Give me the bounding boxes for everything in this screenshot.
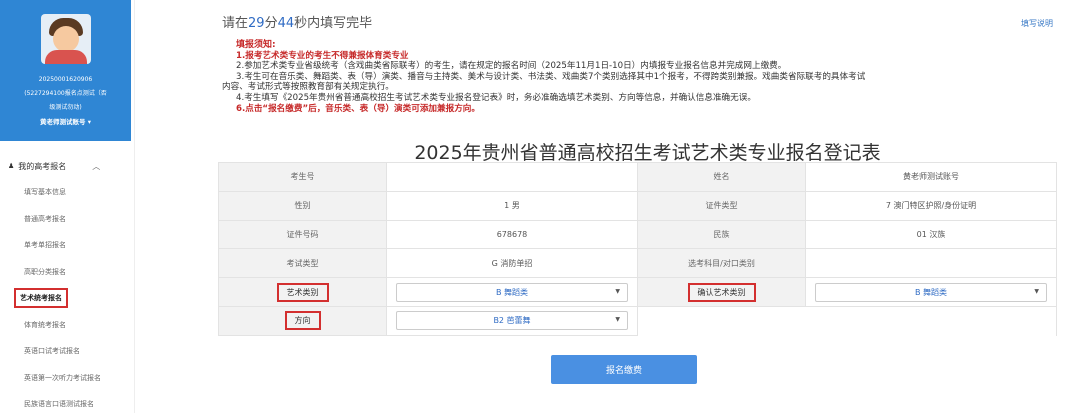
account-menu[interactable]: 黄老师测试账号 ▾ bbox=[0, 116, 131, 128]
name-label: 姓名 bbox=[638, 163, 806, 192]
notice-item: 4.考生填写《2025年贵州省普通高校招生考试艺术类专业报名登记表》时，务必准确… bbox=[236, 92, 756, 103]
profile-school-2: 级测试勿动) bbox=[49, 104, 82, 111]
timer-suffix: 秒内填写完毕 bbox=[294, 16, 373, 31]
exam-no-value bbox=[387, 163, 638, 192]
empty-cell bbox=[638, 306, 1057, 336]
gender-label: 性别 bbox=[219, 191, 387, 221]
exam-type-label: 考试类型 bbox=[219, 249, 387, 279]
direction-select[interactable]: B2 芭蕾舞 ▼ bbox=[396, 311, 628, 331]
dropdown-arrow-icon: ▼ bbox=[615, 316, 620, 324]
direction-label-cell: 方向 bbox=[219, 306, 387, 336]
confirm-art-label-cell: 确认艺术类别 bbox=[638, 278, 806, 307]
name-value: 黄老师测试账号 bbox=[806, 163, 1057, 192]
id-no-value: 678678 bbox=[387, 220, 638, 250]
subject-value bbox=[806, 249, 1057, 279]
confirm-art-select[interactable]: B 舞蹈类 ▼ bbox=[815, 282, 1047, 302]
art-category-cell: B 舞蹈类 ▼ bbox=[387, 278, 638, 307]
sidebar-item-single-exam[interactable]: 单考单招报名 bbox=[0, 232, 134, 259]
sidebar-item-sports-exam[interactable]: 体育统考报名 bbox=[0, 312, 134, 339]
id-type-value: 7 澳门特区护照/身份证明 bbox=[806, 191, 1057, 221]
table-row: 考试类型 G 消防单招 选考科目/对口类别 bbox=[219, 249, 1057, 279]
notice-item: 内容、考试形式等按照教育部有关规定执行。 bbox=[222, 82, 394, 93]
table-row: 方向 B2 芭蕾舞 ▼ bbox=[219, 306, 1057, 336]
ethnic-value: 01 汉族 bbox=[806, 220, 1057, 250]
timer-prefix: 请在 bbox=[222, 16, 249, 31]
confirm-art-selected: B 舞蹈类 bbox=[914, 287, 948, 297]
notice-item: 6.点击“报名缴费”后，音乐类、表（导）演类可添加兼报方向。 bbox=[236, 103, 480, 114]
sidebar-item-art-exam-label: 艺术统考报名 bbox=[14, 288, 68, 308]
table-row: 性别 1 男 证件类型 7 澳门特区护照/身份证明 bbox=[219, 191, 1057, 221]
sidebar: 20250001620906 (5227294100报名点测试（否 级测试勿动)… bbox=[0, 0, 135, 413]
gender-value: 1 男 bbox=[387, 191, 638, 221]
id-type-label: 证件类型 bbox=[638, 191, 806, 221]
art-category-select[interactable]: B 舞蹈类 ▼ bbox=[396, 282, 628, 302]
direction-label: 方向 bbox=[284, 311, 321, 331]
subject-label: 选考科目/对口类别 bbox=[638, 249, 806, 279]
notice-item: 1.报考艺术类专业的考生不得兼报体育类专业 bbox=[236, 50, 409, 61]
sidebar-item-ethnic-language[interactable]: 民族语言口语测试报名 bbox=[0, 391, 134, 413]
table-row: 考生号 姓名 黄老师测试账号 bbox=[219, 163, 1057, 192]
dropdown-arrow-icon: ▼ bbox=[615, 287, 620, 295]
timer-min-label: 分 bbox=[264, 16, 278, 31]
sidebar-item-english-oral[interactable]: 英语口试考试报名 bbox=[0, 338, 134, 365]
dropdown-arrow-icon: ▼ bbox=[1034, 287, 1039, 295]
art-category-label-cell: 艺术类别 bbox=[219, 278, 387, 307]
timer-minutes: 29 bbox=[248, 16, 265, 31]
direction-selected: B2 芭蕾舞 bbox=[493, 316, 531, 326]
sidebar-item-basic-info[interactable]: 填写基本信息 bbox=[0, 179, 134, 206]
sidebar-item-general-exam[interactable]: 普通高考报名 bbox=[0, 206, 134, 233]
table-row: 证件号码 678678 民族 01 汉族 bbox=[219, 220, 1057, 250]
confirm-art-label: 确认艺术类别 bbox=[687, 282, 756, 302]
registration-form: 考生号 姓名 黄老师测试账号 性别 1 男 证件类型 7 澳门特区护照/身份证明… bbox=[218, 162, 1057, 336]
notice-title: 填报须知: bbox=[236, 40, 276, 50]
confirm-art-cell: B 舞蹈类 ▼ bbox=[806, 278, 1057, 307]
direction-cell: B2 芭蕾舞 ▼ bbox=[387, 306, 638, 336]
id-no-label: 证件号码 bbox=[219, 220, 387, 250]
help-link[interactable]: 填写说明 bbox=[1021, 18, 1053, 29]
ethnic-label: 民族 bbox=[638, 220, 806, 250]
exam-type-value: G 消防单招 bbox=[387, 249, 638, 279]
countdown-timer: 请在29分44秒内填写完毕 bbox=[222, 12, 372, 31]
notice-item: 3.考生可在音乐类、舞蹈类、表（导）演类、播音与主持类、美术与设计类、书法类、戏… bbox=[236, 71, 866, 82]
sidebar-item-english-listening[interactable]: 英语第一次听力考试报名 bbox=[0, 365, 134, 392]
art-category-label: 艺术类别 bbox=[276, 282, 329, 302]
register-pay-button[interactable]: 报名缴费 bbox=[551, 355, 697, 384]
art-category-selected: B 舞蹈类 bbox=[495, 287, 529, 297]
timer-seconds: 44 bbox=[277, 16, 295, 31]
notice-item: 2.参加艺术类专业省级统考（含戏曲类省际联考）的考生，请在规定的报名时间（202… bbox=[236, 61, 787, 72]
sidebar-item-vocational[interactable]: 高职分类报名 bbox=[0, 259, 134, 286]
exam-no-label: 考生号 bbox=[219, 163, 387, 192]
profile-school: (5227294100报名点测试（否 bbox=[24, 90, 107, 97]
profile-id: 20250001620906 bbox=[38, 76, 93, 83]
table-row: 艺术类别 B 舞蹈类 ▼ 确认艺术类别 B 舞蹈类 ▼ bbox=[219, 278, 1057, 307]
sidebar-item-art-exam[interactable]: 艺术统考报名 bbox=[0, 285, 134, 312]
form-title: 2025年贵州省普通高校招生考试艺术类专业报名登记表 bbox=[414, 142, 881, 164]
avatar bbox=[40, 14, 91, 64]
notice-box: 填报须知: 1.报考艺术类专业的考生不得兼报体育类专业 2.参加艺术类专业省级统… bbox=[222, 40, 1062, 114]
profile-card: 20250001620906 (5227294100报名点测试（否 级测试勿动)… bbox=[0, 0, 131, 141]
